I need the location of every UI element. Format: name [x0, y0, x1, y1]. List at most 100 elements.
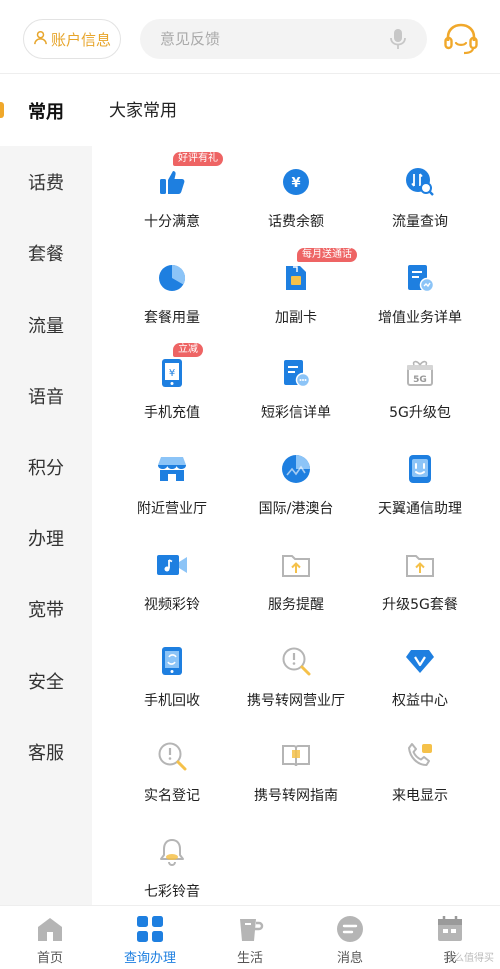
tile-upgrade-5g[interactable]: 升级5G套餐: [357, 545, 483, 625]
tile-label: 视频彩铃: [144, 597, 200, 613]
tile-transfer-guide[interactable]: 携号转网指南: [233, 736, 359, 816]
sidebar-item-common[interactable]: 常用: [0, 75, 92, 146]
tile-add-sim[interactable]: 每月送通话 加副卡: [233, 248, 359, 338]
tile-label: 天翼通信助理: [378, 501, 462, 517]
nav-label: 消息: [336, 951, 363, 966]
account-info-button[interactable]: 账户信息: [23, 19, 121, 59]
svg-text:¥: ¥: [169, 368, 175, 379]
section-title: 大家常用: [109, 101, 177, 121]
tile-transfer-store[interactable]: 携号转网营业厅: [233, 641, 359, 721]
tile-realname[interactable]: 实名登记: [109, 736, 235, 816]
promo-badge: 立减: [173, 343, 203, 357]
5g-gift-icon: 5G: [400, 353, 440, 393]
feedback-search-box[interactable]: [140, 19, 427, 59]
tile-phone-recycle[interactable]: 手机回收: [109, 641, 235, 721]
tile-label: 增值业务详单: [378, 310, 462, 326]
sidebar-item-phone-bill[interactable]: 话费: [0, 146, 92, 217]
tile-package-usage[interactable]: 套餐用量: [109, 258, 235, 338]
tile-data-query[interactable]: 流量查询: [357, 162, 483, 242]
calendar-icon: [436, 915, 464, 943]
tile-label: 携号转网指南: [254, 788, 338, 804]
sidebar-item-broadband[interactable]: 宽带: [0, 573, 92, 644]
sidebar-item-label: 客服: [28, 742, 64, 764]
pie-chart-icon: [152, 258, 192, 298]
sidebar-item-label: 语音: [28, 386, 64, 408]
phone-call-icon: [400, 736, 440, 776]
tile-benefits-center[interactable]: 权益中心: [357, 641, 483, 721]
tile-international[interactable]: 国际/港澳台: [233, 449, 359, 529]
thumbs-up-icon: 好评有礼: [152, 152, 223, 202]
nav-home[interactable]: 首页: [0, 906, 100, 969]
nav-label: 首页: [36, 951, 63, 966]
book-icon: [276, 736, 316, 776]
tile-label: 附近营业厅: [137, 501, 207, 517]
sidebar-item-data[interactable]: 流量: [0, 289, 92, 360]
sidebar-item-voice[interactable]: 语音: [0, 360, 92, 431]
store-icon: [152, 449, 192, 489]
top-bar: 账户信息: [0, 0, 500, 74]
microphone-icon[interactable]: [389, 28, 407, 54]
tile-vas-bill[interactable]: 增值业务详单: [357, 258, 483, 338]
nav-query-handle[interactable]: 查询办理: [100, 906, 200, 969]
folder-upgrade-icon: [400, 545, 440, 585]
tile-balance[interactable]: ¥ 话费余额: [233, 162, 359, 242]
sidebar-item-handle[interactable]: 办理: [0, 502, 92, 573]
promo-badge: 好评有礼: [173, 152, 223, 166]
5g-text: 5G: [413, 375, 427, 385]
tile-label: 携号转网营业厅: [247, 693, 345, 709]
bell-icon: [152, 832, 192, 872]
nav-life[interactable]: 生活: [200, 906, 300, 969]
watermark-text: 什么值得买: [444, 953, 494, 964]
user-icon: [33, 30, 48, 49]
tile-label: 权益中心: [392, 693, 448, 709]
phone-recharge-icon: ¥ 立减: [152, 343, 203, 393]
tile-label: 短彩信详单: [261, 405, 331, 421]
sidebar-item-label: 办理: [28, 528, 64, 550]
realname-search-icon: [152, 736, 192, 776]
sim-card-icon: 每月送通话: [276, 248, 357, 298]
bill-chart-icon: [400, 258, 440, 298]
tile-label: 5G升级包: [389, 405, 451, 421]
tile-label: 服务提醒: [268, 597, 324, 613]
category-sidebar: 常用 话费 套餐 流量 语音 积分 办理 宽带 安全 客服: [0, 75, 92, 905]
tile-label: 升级5G套餐: [382, 597, 458, 613]
sidebar-item-label: 流量: [28, 315, 64, 337]
phone-recycle-icon: [152, 641, 192, 681]
tile-label: 手机充值: [144, 405, 200, 421]
globe-icon: [276, 449, 316, 489]
home-icon: [36, 915, 64, 943]
sidebar-item-label: 常用: [28, 101, 64, 123]
account-info-label: 账户信息: [50, 30, 111, 49]
tile-nearby-store[interactable]: 附近营业厅: [109, 449, 235, 529]
tile-label: 来电显示: [392, 788, 448, 804]
sidebar-item-security[interactable]: 安全: [0, 645, 92, 716]
tile-5g-pack[interactable]: 5G 5G升级包: [357, 353, 483, 433]
tile-service-reminder[interactable]: 服务提醒: [233, 545, 359, 625]
message-icon: [336, 915, 364, 943]
search-input[interactable]: [160, 30, 380, 48]
nav-label: 查询办理: [123, 951, 176, 966]
sms-bill-icon: [276, 353, 316, 393]
tile-label: 国际/港澳台: [258, 501, 334, 517]
tile-caller-id[interactable]: 来电显示: [357, 736, 483, 816]
sidebar-item-label: 宽带: [28, 599, 64, 621]
sidebar-item-customer-service[interactable]: 客服: [0, 716, 92, 787]
sidebar-item-label: 安全: [28, 671, 64, 693]
tile-satisfaction[interactable]: 好评有礼 十分满意: [109, 152, 235, 242]
nav-messages[interactable]: 消息: [300, 906, 400, 969]
customer-service-icon[interactable]: [443, 22, 479, 60]
data-search-icon: [400, 162, 440, 202]
tile-label: 七彩铃音: [144, 884, 200, 900]
tile-color-ringtone[interactable]: 七彩铃音: [109, 832, 235, 912]
v-diamond-icon: [400, 641, 440, 681]
bottom-navigation: 首页 查询办理 生活 消息 我 什么值得买: [0, 905, 500, 969]
tile-sms-bill[interactable]: 短彩信详单: [233, 353, 359, 433]
tile-phone-recharge[interactable]: ¥ 立减 手机充值: [109, 343, 235, 433]
tile-assistant[interactable]: 天翼通信助理: [357, 449, 483, 529]
sidebar-item-points[interactable]: 积分: [0, 431, 92, 502]
sidebar-item-package[interactable]: 套餐: [0, 217, 92, 288]
tile-video-ringtone[interactable]: 视频彩铃: [109, 545, 235, 625]
transfer-search-icon: [276, 641, 316, 681]
sidebar-item-label: 套餐: [28, 243, 64, 265]
service-grid-panel: 大家常用 好评有礼 十分满意 ¥ 话费余额 流量查询 套餐用量 每月送通话 加副…: [92, 75, 500, 905]
